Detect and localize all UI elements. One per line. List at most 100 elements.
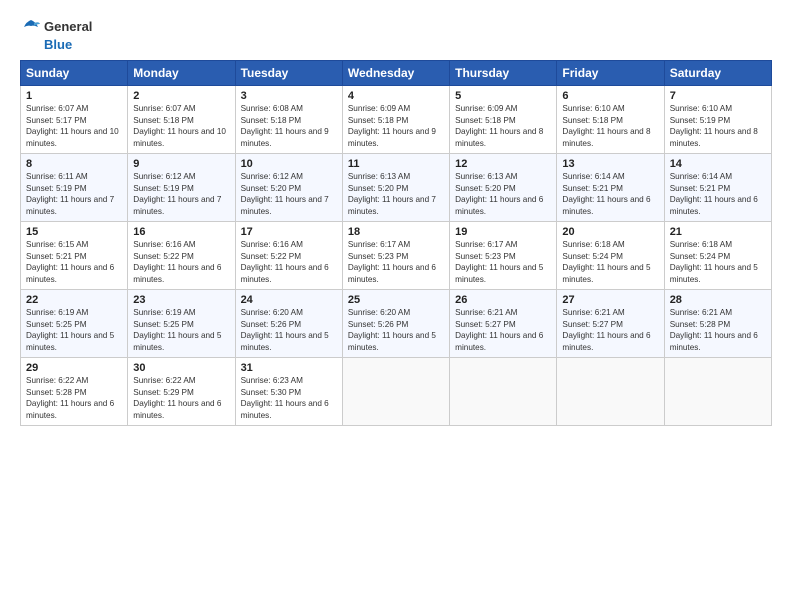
header-thursday: Thursday <box>450 61 557 86</box>
day-info: Sunrise: 6:10 AMSunset: 5:19 PMDaylight:… <box>670 103 766 149</box>
calendar-cell: 25Sunrise: 6:20 AMSunset: 5:26 PMDayligh… <box>342 290 449 358</box>
day-info: Sunrise: 6:22 AMSunset: 5:29 PMDaylight:… <box>133 375 229 421</box>
calendar-cell: 18Sunrise: 6:17 AMSunset: 5:23 PMDayligh… <box>342 222 449 290</box>
header-friday: Friday <box>557 61 664 86</box>
day-info: Sunrise: 6:17 AMSunset: 5:23 PMDaylight:… <box>348 239 444 285</box>
day-info: Sunrise: 6:20 AMSunset: 5:26 PMDaylight:… <box>348 307 444 353</box>
day-info: Sunrise: 6:14 AMSunset: 5:21 PMDaylight:… <box>670 171 766 217</box>
week-row-1: 1Sunrise: 6:07 AMSunset: 5:17 PMDaylight… <box>21 86 772 154</box>
day-number: 12 <box>455 158 551 170</box>
day-info: Sunrise: 6:22 AMSunset: 5:28 PMDaylight:… <box>26 375 122 421</box>
day-number: 15 <box>26 226 122 238</box>
calendar-table: SundayMondayTuesdayWednesdayThursdayFrid… <box>20 60 772 426</box>
week-row-3: 15Sunrise: 6:15 AMSunset: 5:21 PMDayligh… <box>21 222 772 290</box>
day-number: 25 <box>348 294 444 306</box>
day-info: Sunrise: 6:07 AMSunset: 5:18 PMDaylight:… <box>133 103 229 149</box>
day-info: Sunrise: 6:12 AMSunset: 5:20 PMDaylight:… <box>241 171 337 217</box>
day-number: 30 <box>133 362 229 374</box>
day-info: Sunrise: 6:13 AMSunset: 5:20 PMDaylight:… <box>348 171 444 217</box>
day-info: Sunrise: 6:20 AMSunset: 5:26 PMDaylight:… <box>241 307 337 353</box>
day-info: Sunrise: 6:14 AMSunset: 5:21 PMDaylight:… <box>562 171 658 217</box>
calendar-cell: 13Sunrise: 6:14 AMSunset: 5:21 PMDayligh… <box>557 154 664 222</box>
calendar-cell: 23Sunrise: 6:19 AMSunset: 5:25 PMDayligh… <box>128 290 235 358</box>
calendar-cell: 1Sunrise: 6:07 AMSunset: 5:17 PMDaylight… <box>21 86 128 154</box>
day-info: Sunrise: 6:19 AMSunset: 5:25 PMDaylight:… <box>133 307 229 353</box>
day-number: 31 <box>241 362 337 374</box>
calendar-cell <box>450 358 557 426</box>
calendar-cell: 9Sunrise: 6:12 AMSunset: 5:19 PMDaylight… <box>128 154 235 222</box>
calendar-cell: 28Sunrise: 6:21 AMSunset: 5:28 PMDayligh… <box>664 290 771 358</box>
day-number: 5 <box>455 90 551 102</box>
day-number: 19 <box>455 226 551 238</box>
day-info: Sunrise: 6:15 AMSunset: 5:21 PMDaylight:… <box>26 239 122 285</box>
calendar-cell <box>557 358 664 426</box>
logo-general: General <box>44 20 92 34</box>
week-row-5: 29Sunrise: 6:22 AMSunset: 5:28 PMDayligh… <box>21 358 772 426</box>
header-tuesday: Tuesday <box>235 61 342 86</box>
day-number: 14 <box>670 158 766 170</box>
calendar-cell <box>342 358 449 426</box>
day-info: Sunrise: 6:23 AMSunset: 5:30 PMDaylight:… <box>241 375 337 421</box>
calendar-cell: 19Sunrise: 6:17 AMSunset: 5:23 PMDayligh… <box>450 222 557 290</box>
day-number: 8 <box>26 158 122 170</box>
header-saturday: Saturday <box>664 61 771 86</box>
day-number: 17 <box>241 226 337 238</box>
day-number: 9 <box>133 158 229 170</box>
calendar-cell: 5Sunrise: 6:09 AMSunset: 5:18 PMDaylight… <box>450 86 557 154</box>
week-row-2: 8Sunrise: 6:11 AMSunset: 5:19 PMDaylight… <box>21 154 772 222</box>
day-info: Sunrise: 6:16 AMSunset: 5:22 PMDaylight:… <box>241 239 337 285</box>
calendar-cell: 2Sunrise: 6:07 AMSunset: 5:18 PMDaylight… <box>128 86 235 154</box>
day-number: 24 <box>241 294 337 306</box>
header-wednesday: Wednesday <box>342 61 449 86</box>
day-info: Sunrise: 6:12 AMSunset: 5:19 PMDaylight:… <box>133 171 229 217</box>
calendar-cell <box>664 358 771 426</box>
calendar-header-row: SundayMondayTuesdayWednesdayThursdayFrid… <box>21 61 772 86</box>
calendar-cell: 17Sunrise: 6:16 AMSunset: 5:22 PMDayligh… <box>235 222 342 290</box>
day-info: Sunrise: 6:19 AMSunset: 5:25 PMDaylight:… <box>26 307 122 353</box>
header: General Blue <box>20 16 772 52</box>
day-number: 16 <box>133 226 229 238</box>
logo: General Blue <box>20 16 92 52</box>
day-info: Sunrise: 6:09 AMSunset: 5:18 PMDaylight:… <box>455 103 551 149</box>
day-number: 3 <box>241 90 337 102</box>
calendar-cell: 27Sunrise: 6:21 AMSunset: 5:27 PMDayligh… <box>557 290 664 358</box>
calendar-cell: 30Sunrise: 6:22 AMSunset: 5:29 PMDayligh… <box>128 358 235 426</box>
day-number: 27 <box>562 294 658 306</box>
day-info: Sunrise: 6:18 AMSunset: 5:24 PMDaylight:… <box>562 239 658 285</box>
calendar-cell: 31Sunrise: 6:23 AMSunset: 5:30 PMDayligh… <box>235 358 342 426</box>
calendar-cell: 29Sunrise: 6:22 AMSunset: 5:28 PMDayligh… <box>21 358 128 426</box>
day-info: Sunrise: 6:18 AMSunset: 5:24 PMDaylight:… <box>670 239 766 285</box>
calendar-cell: 11Sunrise: 6:13 AMSunset: 5:20 PMDayligh… <box>342 154 449 222</box>
logo-blue: Blue <box>44 38 72 52</box>
day-info: Sunrise: 6:17 AMSunset: 5:23 PMDaylight:… <box>455 239 551 285</box>
calendar-cell: 20Sunrise: 6:18 AMSunset: 5:24 PMDayligh… <box>557 222 664 290</box>
calendar-cell: 22Sunrise: 6:19 AMSunset: 5:25 PMDayligh… <box>21 290 128 358</box>
day-number: 20 <box>562 226 658 238</box>
day-number: 29 <box>26 362 122 374</box>
day-number: 2 <box>133 90 229 102</box>
day-number: 26 <box>455 294 551 306</box>
logo-bird-icon <box>20 16 42 38</box>
calendar-cell: 26Sunrise: 6:21 AMSunset: 5:27 PMDayligh… <box>450 290 557 358</box>
day-number: 13 <box>562 158 658 170</box>
day-info: Sunrise: 6:08 AMSunset: 5:18 PMDaylight:… <box>241 103 337 149</box>
day-number: 21 <box>670 226 766 238</box>
day-info: Sunrise: 6:11 AMSunset: 5:19 PMDaylight:… <box>26 171 122 217</box>
day-info: Sunrise: 6:21 AMSunset: 5:27 PMDaylight:… <box>455 307 551 353</box>
day-info: Sunrise: 6:10 AMSunset: 5:18 PMDaylight:… <box>562 103 658 149</box>
day-number: 18 <box>348 226 444 238</box>
day-info: Sunrise: 6:13 AMSunset: 5:20 PMDaylight:… <box>455 171 551 217</box>
day-info: Sunrise: 6:21 AMSunset: 5:27 PMDaylight:… <box>562 307 658 353</box>
calendar-cell: 12Sunrise: 6:13 AMSunset: 5:20 PMDayligh… <box>450 154 557 222</box>
header-monday: Monday <box>128 61 235 86</box>
calendar-cell: 10Sunrise: 6:12 AMSunset: 5:20 PMDayligh… <box>235 154 342 222</box>
day-info: Sunrise: 6:16 AMSunset: 5:22 PMDaylight:… <box>133 239 229 285</box>
header-sunday: Sunday <box>21 61 128 86</box>
day-number: 4 <box>348 90 444 102</box>
week-row-4: 22Sunrise: 6:19 AMSunset: 5:25 PMDayligh… <box>21 290 772 358</box>
day-number: 10 <box>241 158 337 170</box>
calendar-cell: 24Sunrise: 6:20 AMSunset: 5:26 PMDayligh… <box>235 290 342 358</box>
day-number: 11 <box>348 158 444 170</box>
calendar-cell: 16Sunrise: 6:16 AMSunset: 5:22 PMDayligh… <box>128 222 235 290</box>
day-info: Sunrise: 6:09 AMSunset: 5:18 PMDaylight:… <box>348 103 444 149</box>
